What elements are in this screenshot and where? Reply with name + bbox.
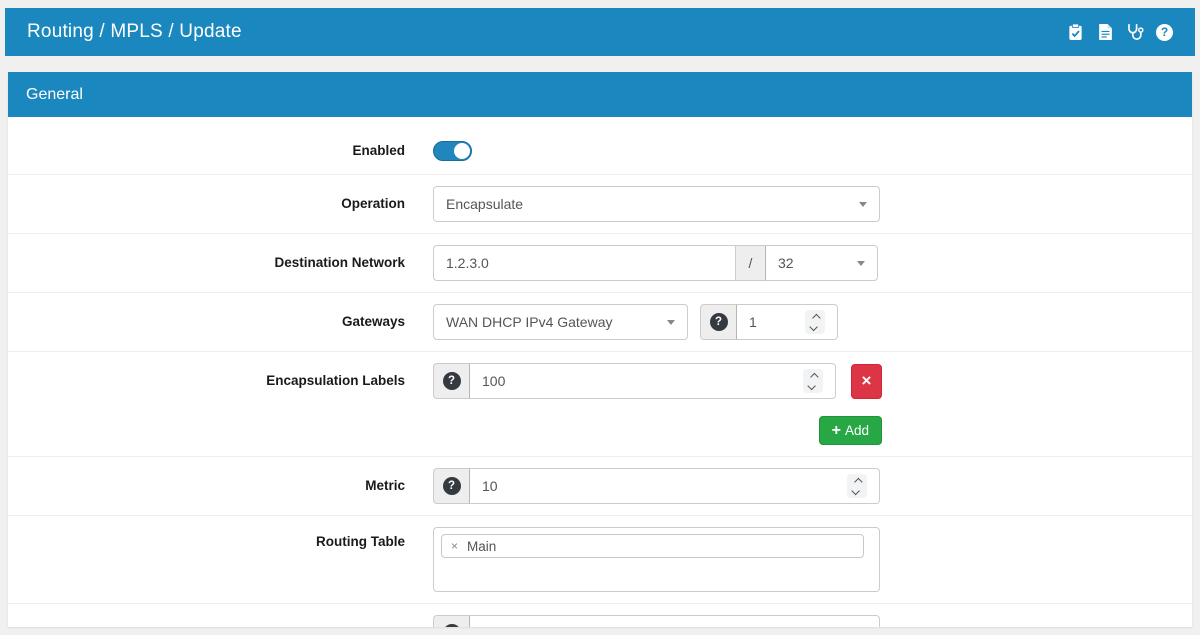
gateway-selected-value: WAN DHCP IPv4 Gateway bbox=[446, 314, 613, 330]
metric-help[interactable]: ? bbox=[433, 468, 470, 504]
general-panel-header: General bbox=[8, 72, 1192, 117]
row-routing-table: Routing Table × Main bbox=[8, 516, 1192, 604]
breadcrumb: Routing / MPLS / Update bbox=[5, 21, 242, 43]
gateway-priority-input[interactable] bbox=[749, 314, 797, 330]
spinner-up-icon bbox=[810, 372, 818, 380]
spinner-down-icon bbox=[851, 486, 859, 494]
row-enabled: Enabled bbox=[8, 123, 1192, 175]
tag-main: × Main bbox=[441, 534, 864, 558]
prefix-length-value: 32 bbox=[778, 255, 794, 271]
chevron-down-icon bbox=[857, 261, 865, 266]
prefix-length-select[interactable]: 32 bbox=[766, 245, 878, 281]
add-button-label: Add bbox=[845, 423, 869, 438]
encapsulation-labels-help[interactable]: ? bbox=[433, 363, 470, 399]
destination-network-label: Destination Network bbox=[8, 245, 433, 281]
row-metric: Metric ? bbox=[8, 457, 1192, 516]
remove-tag-icon[interactable]: × bbox=[451, 540, 458, 552]
tag-label: Main bbox=[467, 539, 496, 554]
spinner-up-icon bbox=[854, 477, 862, 485]
operation-select[interactable]: Encapsulate bbox=[433, 186, 880, 222]
help-icon[interactable]: ? bbox=[1156, 24, 1173, 41]
enabled-label: Enabled bbox=[8, 139, 433, 163]
gateways-label: Gateways bbox=[8, 304, 433, 340]
destination-network-input[interactable] bbox=[446, 255, 723, 271]
gateway-priority-help[interactable]: ? bbox=[700, 304, 737, 340]
file-report-icon[interactable] bbox=[1096, 23, 1114, 41]
question-circle-icon: ? bbox=[443, 477, 461, 495]
description-help[interactable]: ? bbox=[433, 615, 470, 627]
spinner-up-icon bbox=[812, 313, 820, 321]
row-encapsulation-labels: Encapsulation Labels ? bbox=[8, 352, 1192, 457]
row-destination-network: Destination Network / 32 bbox=[8, 234, 1192, 293]
toggle-knob bbox=[454, 143, 470, 159]
row-gateways: Gateways WAN DHCP IPv4 Gateway ? bbox=[8, 293, 1192, 352]
operation-selected-value: Encapsulate bbox=[446, 196, 523, 212]
routing-table-multiselect[interactable]: × Main bbox=[433, 527, 880, 592]
enabled-toggle[interactable] bbox=[433, 141, 472, 161]
spinner-down-icon bbox=[809, 322, 817, 330]
number-spinner[interactable] bbox=[805, 310, 825, 334]
plus-icon: + bbox=[832, 423, 841, 439]
section-title: General bbox=[26, 86, 83, 104]
routing-table-label: Routing Table bbox=[8, 527, 433, 557]
encapsulation-label-input[interactable] bbox=[482, 373, 795, 389]
page-header: Routing / MPLS / Update bbox=[5, 8, 1195, 56]
stethoscope-icon[interactable] bbox=[1126, 23, 1144, 41]
row-description: Description ? bbox=[8, 604, 1192, 627]
gateway-select[interactable]: WAN DHCP IPv4 Gateway bbox=[433, 304, 688, 340]
encapsulation-labels-label: Encapsulation Labels bbox=[8, 363, 433, 399]
metric-label: Metric bbox=[8, 468, 433, 504]
close-icon: × bbox=[862, 371, 872, 391]
operation-label: Operation bbox=[8, 186, 433, 222]
chevron-down-icon bbox=[859, 202, 867, 207]
clipboard-check-icon[interactable] bbox=[1066, 23, 1084, 41]
add-label-button[interactable]: + Add bbox=[819, 416, 882, 445]
number-spinner[interactable] bbox=[803, 369, 823, 393]
header-actions: ? bbox=[1066, 23, 1195, 41]
chevron-down-icon bbox=[667, 320, 675, 325]
mpls-form: Enabled Operation Encapsulate Destinatio… bbox=[8, 117, 1192, 627]
spinner-down-icon bbox=[807, 381, 815, 389]
metric-input[interactable] bbox=[482, 478, 839, 494]
slash-separator: / bbox=[736, 245, 766, 281]
description-label: Description bbox=[8, 615, 433, 627]
general-panel: General Enabled Operation Encapsulate bbox=[8, 72, 1192, 627]
number-spinner[interactable] bbox=[847, 474, 867, 498]
question-circle-icon: ? bbox=[443, 372, 461, 390]
delete-label-button[interactable]: × bbox=[851, 364, 882, 399]
row-operation: Operation Encapsulate bbox=[8, 175, 1192, 234]
question-circle-icon: ? bbox=[710, 313, 728, 331]
